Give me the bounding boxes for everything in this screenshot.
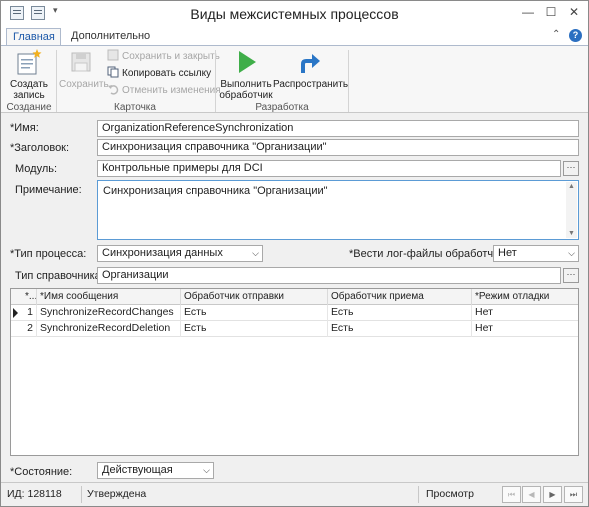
ref-type-label: Тип справочника: [15,270,104,282]
status-separator [81,486,82,503]
first-record-icon[interactable]: ⏮ [502,486,521,503]
ribbon-separator [56,50,57,112]
row-receive-handler[interactable]: Есть [328,305,472,321]
row-send-handler[interactable]: Есть [181,305,328,321]
save-icon [71,52,91,72]
undo-icon [108,85,119,95]
create-record-icon [17,49,42,75]
column-header-message-name[interactable]: *Имя сообщения [37,289,181,305]
state-select[interactable]: Действующая ⌵ [97,462,214,479]
status-separator [418,486,419,503]
save-close-icon [107,49,119,61]
distribute-arrow-icon [301,54,320,73]
ribbon-separator [348,50,349,112]
mode-status: Просмотр [426,488,474,500]
record-form: *Имя: OrganizationReferenceSynchronizati… [1,114,588,482]
copy-link-button[interactable]: Копировать ссылку [107,66,211,80]
ribbon: Создать запись Создание Сохранить Сохран… [1,45,588,113]
run-handler-label: Выполнить обработчик [219,79,273,101]
title-field[interactable]: Синхронизация справочника "Организации" [97,139,579,156]
state-value: Действующая [102,464,173,476]
row-debug-mode[interactable]: Нет [472,305,578,321]
row-message-name[interactable]: SynchronizeRecordChanges [37,305,181,321]
undo-changes-label: Отменить изменения [122,85,221,96]
tab-additional[interactable]: Дополнительно [65,28,156,46]
grid-header: *... *Имя сообщения Обработчик отправки … [11,289,578,305]
log-files-value: Нет [498,247,517,259]
approval-status: Утверждена [87,488,147,500]
tab-main[interactable]: Главная [6,28,61,46]
note-textarea[interactable]: Синхронизация справочника "Организации" … [97,180,579,240]
window-title: Виды межсистемных процессов [190,6,399,22]
ribbon-tabs: Главная Дополнительно ⌃ ? [1,27,588,46]
last-record-icon[interactable]: ⏭ [564,486,583,503]
column-header-debug-mode[interactable]: *Режим отладки [472,289,578,305]
group-label-card: Карточка [114,102,156,113]
create-record-button[interactable]: Создать запись [7,48,51,101]
module-field[interactable]: Контрольные примеры для DCI [97,160,561,177]
module-label: Модуль: [15,163,58,175]
chevron-down-icon: ⌵ [568,248,575,258]
create-record-label: Создать запись [9,79,48,101]
state-label: *Состояние: [10,466,73,478]
next-record-icon[interactable]: ▶ [543,486,562,503]
save-label: Сохранить [59,79,109,90]
table-row[interactable]: 2 SynchronizeRecordDeletion Есть Есть Не… [11,321,578,337]
save-button[interactable]: Сохранить [59,48,109,90]
log-files-select[interactable]: Нет ⌵ [493,245,579,262]
column-header-receive-handler[interactable]: Обработчик приема [328,289,472,305]
title-label: *Заголовок: [10,142,70,154]
ref-type-select-button[interactable]: ··· [563,268,579,283]
row-number: 2 [11,321,37,337]
scroll-up-icon[interactable]: ▲ [568,183,575,190]
process-type-label: *Тип процесса: [10,248,87,260]
record-id: ИД: 128118 [7,488,62,500]
note-scrollbar[interactable]: ▲ ▼ [566,182,577,238]
title-bar: ▾ Виды межсистемных процессов — ☐ ✕ [1,1,588,27]
group-label-dev: Разработка [255,102,309,113]
maximize-icon[interactable]: ☐ [542,3,560,21]
undo-changes-button[interactable]: Отменить изменения [107,83,221,97]
previous-record-icon[interactable]: ◀ [522,486,541,503]
collapse-ribbon-icon[interactable]: ⌃ [552,29,560,40]
chevron-down-icon: ⌵ [203,465,210,475]
row-receive-handler[interactable]: Есть [328,321,472,337]
row-debug-mode[interactable]: Нет [472,321,578,337]
name-field[interactable]: OrganizationReferenceSynchronization [97,120,579,137]
column-header-number[interactable]: *... [11,289,37,305]
messages-grid: *... *Имя сообщения Обработчик отправки … [10,288,579,456]
table-row[interactable]: 1 SynchronizeRecordChanges Есть Есть Нет [11,305,578,321]
chevron-down-icon: ⌵ [252,248,259,258]
row-send-handler[interactable]: Есть [181,321,328,337]
row-number: 1 [11,305,37,321]
help-icon[interactable]: ? [569,29,582,42]
ribbon-separator [215,50,216,112]
status-bar: ИД: 128118 Утверждена Просмотр ⏮ ◀ ▶ ⏭ [1,482,588,506]
distribute-button[interactable]: Распространить [273,48,349,90]
ref-type-field[interactable]: Организации [97,267,561,284]
copy-link-icon [107,66,119,78]
minimize-icon[interactable]: — [519,3,537,21]
note-text: Синхронизация справочника "Организации" [103,185,328,197]
scroll-down-icon[interactable]: ▼ [568,230,575,237]
save-close-button[interactable]: Сохранить и закрыть [107,49,220,63]
process-type-value: Синхронизация данных [102,247,223,259]
play-icon [239,51,256,73]
process-type-select[interactable]: Синхронизация данных ⌵ [97,245,263,262]
column-header-send-handler[interactable]: Обработчик отправки [181,289,328,305]
save-close-label: Сохранить и закрыть [122,51,220,62]
name-label: *Имя: [10,122,39,134]
row-message-name[interactable]: SynchronizeRecordDeletion [37,321,181,337]
close-icon[interactable]: ✕ [565,3,583,21]
dialog-window: ▾ Виды межсистемных процессов — ☐ ✕ Глав… [0,0,589,507]
note-label: Примечание: [15,184,82,196]
module-select-button[interactable]: ··· [563,161,579,176]
distribute-label: Распространить [273,79,349,90]
group-label-create: Создание [6,102,52,113]
run-handler-button[interactable]: Выполнить обработчик [219,48,273,101]
copy-link-label: Копировать ссылку [122,68,212,79]
